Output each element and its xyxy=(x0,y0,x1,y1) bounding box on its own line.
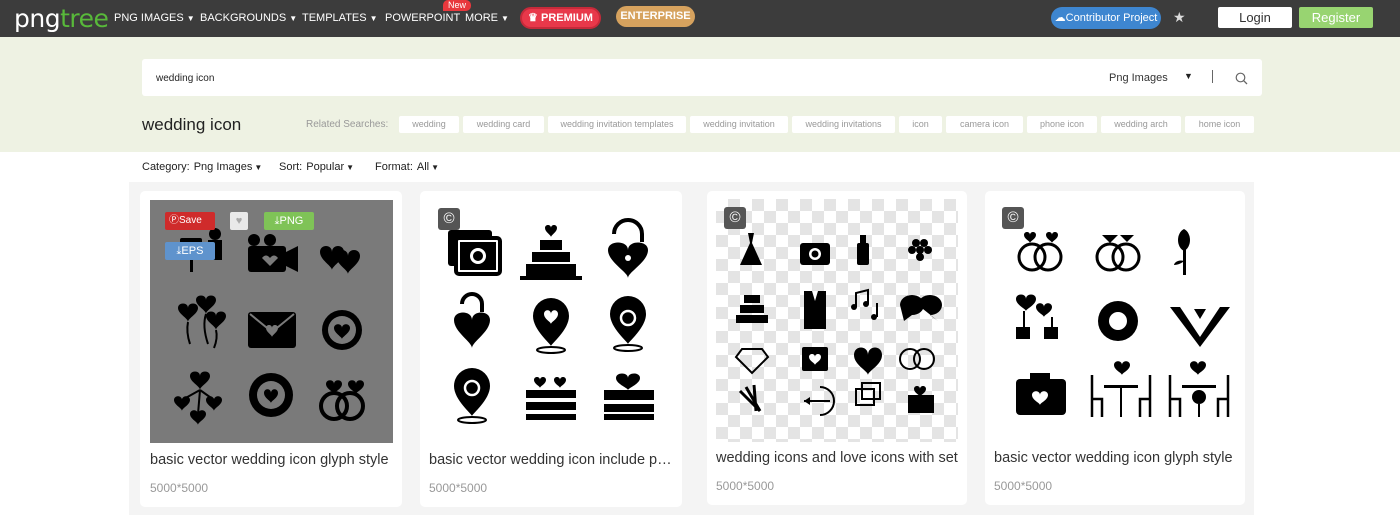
related-tag[interactable]: wedding invitation xyxy=(690,116,788,133)
page-title: wedding icon xyxy=(142,115,242,134)
nav-label: TEMPLATES xyxy=(302,12,367,24)
copyright-icon: © xyxy=(438,208,460,230)
premium-button[interactable]: ♛ PREMIUM xyxy=(520,7,601,29)
filter-value: Png Images xyxy=(193,161,253,173)
related-tag[interactable]: icon xyxy=(899,116,942,133)
nav-label: PNG IMAGES xyxy=(114,12,184,24)
related-searches-label: Related Searches: xyxy=(306,119,389,130)
chevron-down-icon: ▼ xyxy=(431,163,440,172)
nav-templates[interactable]: TEMPLATES ▼ xyxy=(302,12,378,24)
pngtree-logo[interactable]: pngtree xyxy=(14,4,109,33)
card-image[interactable]: © xyxy=(994,199,1236,442)
chevron-down-icon: ▼ xyxy=(254,163,263,172)
png-label: PNG xyxy=(279,215,304,227)
card-image[interactable]: ⓅSave ♥ ⤓PNG ⤓EPS xyxy=(150,200,393,443)
wedding-icons-preview-image xyxy=(734,233,942,416)
logo-text-png: png xyxy=(14,4,61,33)
related-tag[interactable]: wedding invitation templates xyxy=(548,116,686,133)
crown-icon: ♛ xyxy=(528,12,538,24)
filter-value: Popular xyxy=(306,161,345,173)
chevron-down-icon: ▼ xyxy=(346,163,355,172)
eps-label: EPS xyxy=(181,245,204,257)
search-section: Png Images ▼ wedding icon Related Search… xyxy=(0,37,1400,152)
wedding-icons-preview-image xyxy=(448,218,654,424)
nav-label: MORE xyxy=(465,12,498,24)
filter-label: Category: xyxy=(142,161,190,173)
top-navigation-bar: pngtree PNG IMAGES ▼ BACKGROUNDS ▼ TEMPLAT… xyxy=(0,0,1400,37)
card-dimensions: 5000*5000 xyxy=(994,479,1053,493)
filter-value: All xyxy=(416,161,430,173)
nav-png-images[interactable]: PNG IMAGES ▼ xyxy=(114,12,195,24)
related-tag[interactable]: wedding invitations xyxy=(792,116,895,133)
chevron-down-icon[interactable]: ▼ xyxy=(1184,71,1193,81)
result-card[interactable]: © xyxy=(985,191,1245,505)
wedding-icons-preview-image xyxy=(1016,229,1230,417)
card-image[interactable]: © xyxy=(716,199,958,442)
nav-backgrounds[interactable]: BACKGROUNDS ▼ xyxy=(200,12,297,24)
chevron-down-icon: ▼ xyxy=(369,14,378,23)
related-tag[interactable]: wedding arch xyxy=(1101,116,1181,133)
chevron-down-icon: ▼ xyxy=(289,14,298,23)
logo-text-tree: tree xyxy=(60,4,109,33)
download-eps-button[interactable]: ⤓EPS xyxy=(165,242,215,260)
result-card[interactable]: © xyxy=(707,191,967,505)
nav-label: POWERPOINT xyxy=(385,12,461,24)
download-png-button[interactable]: ⤓PNG xyxy=(264,212,314,230)
card-title[interactable]: basic vector wedding icon include pack xyxy=(429,452,673,468)
copyright-icon: © xyxy=(724,207,746,229)
wedding-icons-preview-image xyxy=(174,228,365,425)
enterprise-button[interactable]: ENTERPRISE xyxy=(616,6,695,27)
favorite-heart-icon[interactable]: ♥ xyxy=(230,212,248,230)
card-dimensions: 5000*5000 xyxy=(150,481,209,495)
login-button[interactable]: Login xyxy=(1218,7,1292,28)
related-tag[interactable]: home icon xyxy=(1185,116,1254,133)
card-dimensions: 5000*5000 xyxy=(716,479,775,493)
related-tag[interactable]: wedding xyxy=(399,116,459,133)
chevron-down-icon: ▼ xyxy=(501,14,509,23)
search-icon[interactable] xyxy=(1234,71,1249,86)
save-label: Save xyxy=(179,215,202,226)
copyright-icon: © xyxy=(1002,207,1024,229)
card-title[interactable]: basic vector wedding icon glyph style xyxy=(994,450,1238,466)
related-tag[interactable]: wedding card xyxy=(463,116,544,133)
filter-label: Sort: xyxy=(279,161,303,173)
result-card[interactable]: ⓅSave ♥ ⤓PNG ⤓EPS basic vector wedding i… xyxy=(140,191,402,507)
card-dimensions: 5000*5000 xyxy=(429,481,488,495)
filter-sort[interactable]: Sort: Popular ▼ xyxy=(279,161,354,173)
register-button[interactable]: Register xyxy=(1299,7,1373,28)
pinterest-icon: Ⓟ xyxy=(169,215,179,226)
search-divider xyxy=(1212,70,1213,83)
search-input[interactable] xyxy=(156,69,1056,87)
star-icon[interactable]: ★ xyxy=(1173,9,1186,26)
filter-category[interactable]: Category: Png Images ▼ xyxy=(142,161,262,173)
card-title[interactable]: basic vector wedding icon glyph style xyxy=(150,452,394,468)
chevron-down-icon: ▼ xyxy=(186,14,195,23)
cloud-upload-icon: ☁ xyxy=(1054,12,1066,24)
search-box: Png Images ▼ xyxy=(142,59,1262,96)
card-title[interactable]: wedding icons and love icons with set xyxy=(716,450,958,466)
contributor-project-button[interactable]: ☁Contributor Project xyxy=(1051,7,1161,29)
related-tag[interactable]: camera icon xyxy=(946,116,1023,133)
result-card[interactable]: © xyxy=(420,191,682,507)
nav-powerpoint[interactable]: POWERPOINT xyxy=(385,12,460,24)
search-category-select[interactable]: Png Images xyxy=(1109,72,1168,84)
filter-label: Format: xyxy=(375,161,413,173)
nav-more[interactable]: MORE ▼ xyxy=(465,12,509,24)
related-tag[interactable]: phone icon xyxy=(1027,116,1097,133)
pinterest-save-button[interactable]: ⓅSave xyxy=(165,212,215,230)
card-image[interactable]: © xyxy=(430,200,673,443)
premium-label: PREMIUM xyxy=(540,12,593,24)
contributor-label: Contributor Project xyxy=(1065,12,1158,24)
filter-format[interactable]: Format: All ▼ xyxy=(375,161,439,173)
new-badge: New xyxy=(443,0,472,11)
nav-label: BACKGROUNDS xyxy=(200,12,287,24)
